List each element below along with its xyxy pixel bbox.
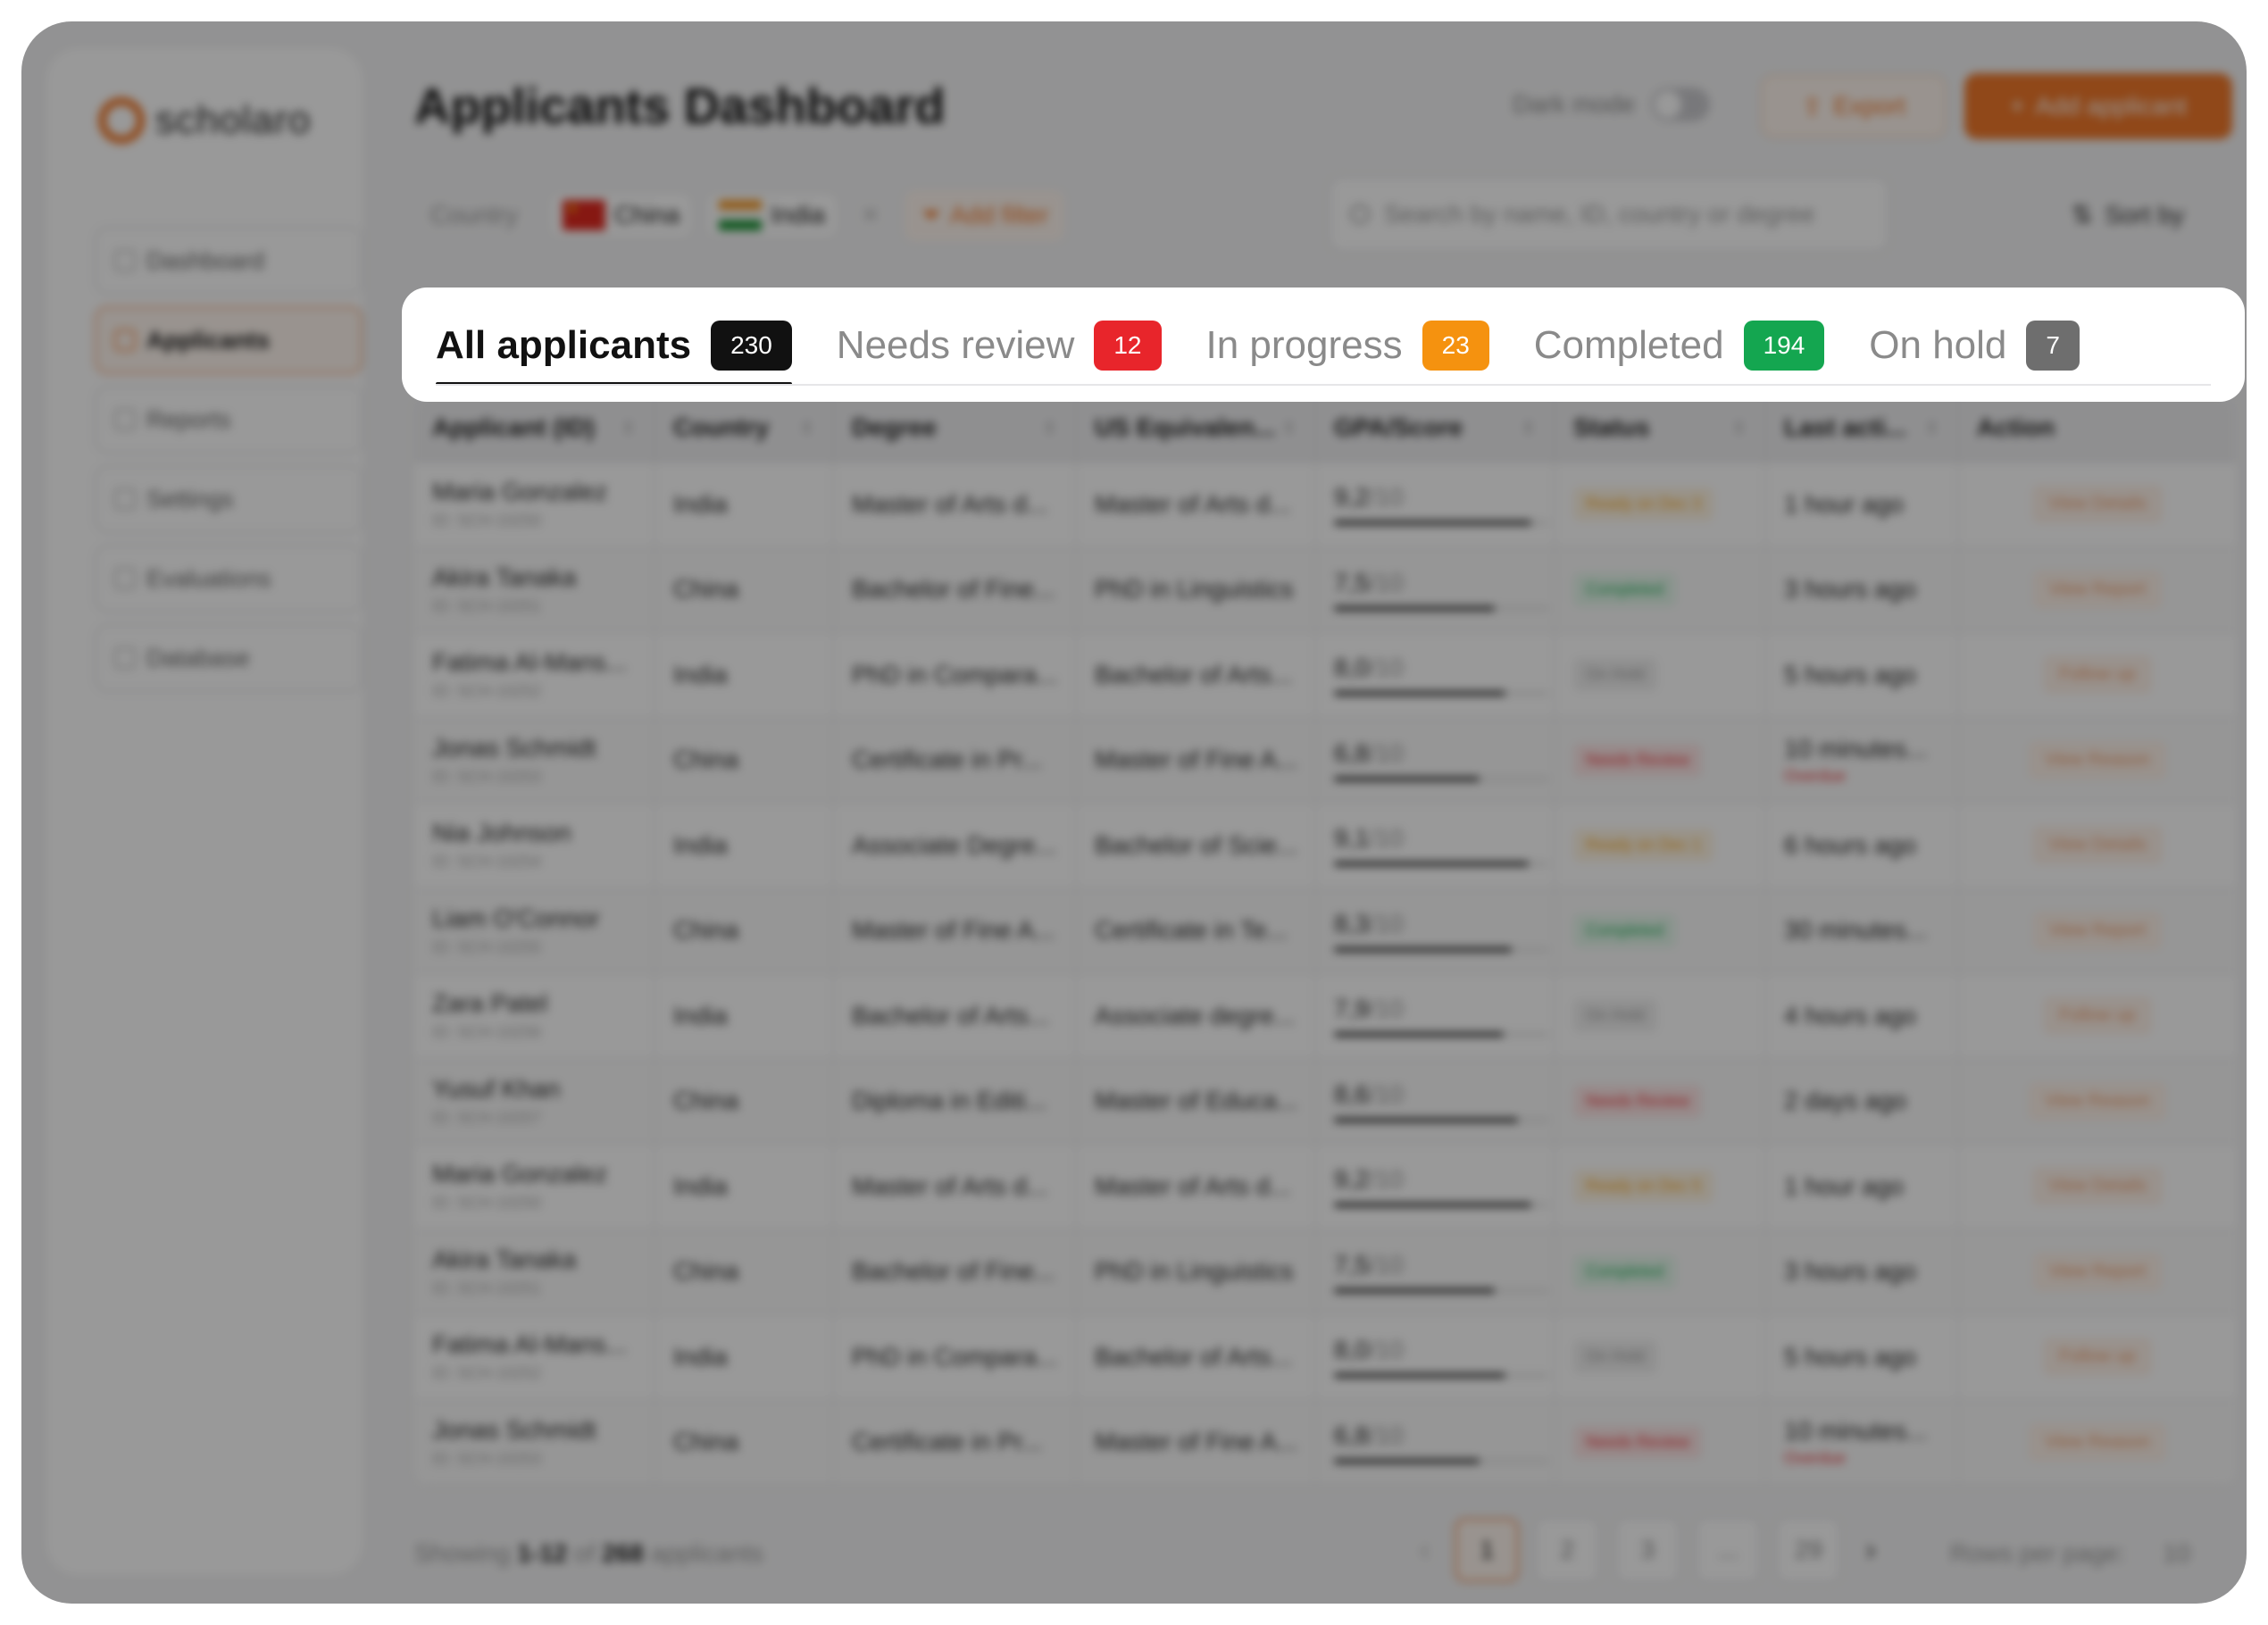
- tab-count-badge: 194: [1743, 321, 1825, 371]
- status-tabs: All applicants 230 Needs review 12 In progre…: [436, 309, 2080, 386]
- tab-needs-review[interactable]: Needs review 12: [837, 309, 1162, 382]
- tab-label: In progress: [1205, 323, 1403, 367]
- tab-in-progress[interactable]: In progress 23: [1206, 309, 1489, 382]
- app-frame: scholaro Dashboard Applicants Reports Setti…: [21, 21, 2247, 1604]
- tab-label: All applicants: [436, 323, 692, 367]
- tab-label: Needs review: [836, 323, 1075, 367]
- tab-label: On hold: [1869, 323, 2007, 367]
- tab-count-badge: 7: [2026, 321, 2080, 371]
- tab-on-hold[interactable]: On hold 7: [1869, 309, 2080, 382]
- tab-label: Completed: [1533, 323, 1724, 367]
- tab-completed[interactable]: Completed 194: [1534, 309, 1825, 382]
- tab-all-applicants[interactable]: All applicants 230: [436, 309, 792, 386]
- tab-count-badge: 12: [1094, 321, 1162, 371]
- tab-count-badge: 230: [711, 321, 792, 371]
- tabs-divider: [436, 384, 2211, 386]
- status-tabs-card: All applicants 230 Needs review 12 In progre…: [402, 288, 2245, 402]
- tab-count-badge: 23: [1422, 321, 1489, 371]
- dim-overlay: [21, 21, 2247, 1604]
